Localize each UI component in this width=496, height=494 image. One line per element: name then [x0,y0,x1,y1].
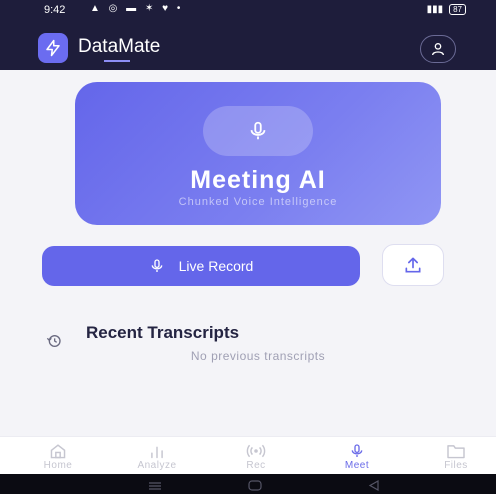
recent-empty-message: No previous transcripts [190,349,326,363]
bar-chart-icon [151,446,163,459]
folder-icon [447,445,465,459]
app-logo-icon [38,33,68,63]
back-icon[interactable] [368,478,380,494]
nav-label-rec: Rec [246,460,266,471]
profile-button[interactable] [420,35,456,63]
hero-subtitle: Chunked Voice Intelligence [178,196,338,208]
nav-label-home: Home [43,460,73,471]
upload-icon [405,257,421,273]
system-nav-bar [0,474,496,494]
nav-label-meet: Meet [344,460,370,471]
status-right: ▮▮▮ 87 [427,4,466,15]
signal-icon: ▮▮▮ [426,4,444,15]
status-bar: 9:42 ▲ ◎ ▬ ✶ ♥ • ▮▮▮ 87 [0,0,496,22]
recent-transcripts-title: Recent Transcripts [86,323,240,342]
nav-item-home[interactable]: Home [23,443,93,471]
user-icon [432,43,444,56]
hero-mic-badge [203,106,313,156]
nav-item-rec[interactable]: Rec [221,443,291,471]
recent-apps-icon[interactable] [148,478,162,494]
microphone-icon [250,121,266,140]
live-record-button[interactable]: Live Record [42,246,360,286]
status-time: 9:42 [44,4,66,16]
nav-label-analyze: Analyze [137,460,177,471]
live-record-label: Live Record [178,258,254,274]
app-header: 9:42 ▲ ◎ ▬ ✶ ♥ • ▮▮▮ 87 DataMate [0,0,496,70]
app-title: DataMate [78,36,161,57]
bottom-nav: Home Analyze Rec Meet Files [0,436,496,474]
broadcast-icon [246,444,266,458]
meeting-ai-card[interactable]: Meeting AI Chunked Voice Intelligence [75,82,441,225]
microphone-icon [151,259,162,272]
nav-item-files[interactable]: Files [421,443,491,471]
microphone-icon [351,444,363,457]
battery-icon: 87 [449,4,466,15]
upload-button[interactable] [382,244,444,286]
nav-item-analyze[interactable]: Analyze [122,443,192,471]
home-icon [50,444,66,459]
home-button-icon[interactable] [248,478,262,494]
title-underline [104,60,130,62]
nav-item-meet[interactable]: Meet [322,443,392,471]
nav-label-files: Files [444,460,468,471]
notification-icons: ▲ ◎ ▬ ✶ ♥ • [90,3,184,14]
history-icon [46,335,61,347]
hero-title: Meeting AI [190,166,326,194]
